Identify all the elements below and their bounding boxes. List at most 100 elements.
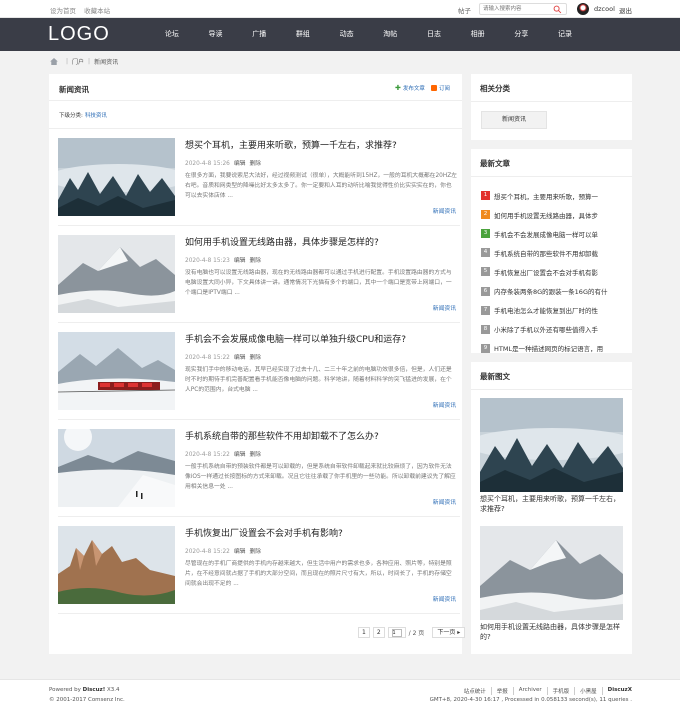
nav-item-guide[interactable]: 导读	[194, 18, 238, 51]
article-category-link[interactable]: 新闻资讯	[433, 400, 456, 409]
page-jump-input[interactable]	[391, 629, 402, 637]
list-item[interactable]: 4 手机系统自带的那些软件不用却卸载	[481, 243, 629, 262]
edit-link[interactable]: 编辑	[234, 161, 246, 167]
article-thumbnail[interactable]	[58, 526, 175, 604]
nav-item-share[interactable]: 分享	[500, 18, 544, 51]
article-meta: 2020-4-8 15:23 编辑 删除	[185, 255, 265, 264]
nav-item-forum[interactable]: 论坛	[150, 18, 194, 51]
delete-link[interactable]: 删除	[249, 355, 261, 361]
picture-item[interactable]: 如何用手机设置无线路由器，具体步骤是怎样的?	[480, 526, 623, 642]
article-summary: 尽管现在的手机厂商提供的手机内存越来越大，但生活中用户的需求也多，各种应用、照片…	[185, 561, 452, 587]
nav-item-broadcast[interactable]: 广播	[237, 18, 281, 51]
logout-link[interactable]: 退出	[619, 5, 632, 15]
post-article-button[interactable]: ✚ 发布文章	[395, 84, 425, 92]
nav-item-blog[interactable]: 日志	[412, 18, 456, 51]
article-thumbnail[interactable]	[58, 235, 175, 313]
delete-link[interactable]: 删除	[249, 161, 261, 167]
nav-item-album[interactable]: 相册	[456, 18, 500, 51]
list-item[interactable]: 2 如何用手机设置无线路由器，具体步	[481, 205, 629, 224]
article-thumbnail[interactable]	[58, 332, 175, 410]
related-category-button[interactable]: 新闻资讯	[481, 111, 547, 129]
edit-link[interactable]: 编辑	[234, 258, 246, 264]
bookmark-link[interactable]: 收藏本站	[84, 7, 110, 15]
username-link[interactable]: dzcool	[594, 5, 615, 13]
edit-link[interactable]: 编辑	[234, 355, 246, 361]
rank-badge: 1	[481, 191, 490, 201]
top-links: 设为首页 收藏本站	[50, 5, 116, 15]
delete-link[interactable]: 删除	[249, 549, 261, 555]
next-page-button[interactable]: 下一页 ▸	[432, 627, 466, 638]
article-title[interactable]: 想买个耳机，主要用来听歌，预算一千左右，求推荐?	[185, 138, 397, 151]
list-item[interactable]: 7 手机电池怎么才能恢复到出厂时的性	[481, 301, 629, 320]
article-item: 手机会不会发展成像电脑一样可以单独升级CPU和运存? 2020-4-8 15:2…	[58, 323, 460, 420]
picture-caption: 想买个耳机，主要用来听歌，预算一千左右，求推荐?	[480, 495, 620, 513]
picture-item[interactable]: 想买个耳机，主要用来听歌，预算一千左右，求推荐?	[480, 398, 623, 514]
list-item[interactable]: 8 小米除了手机以外还有哪些值得入手	[481, 320, 629, 339]
list-item-label: 手机系统自带的那些软件不用却卸载	[494, 249, 598, 258]
footer-links: 站点统计 举报 Archiver 手机版 小黑屋 DiscuzX	[459, 687, 632, 695]
breadcrumb: | 门户 | 新闻资讯	[50, 57, 118, 66]
article-title[interactable]: 手机系统自带的那些软件不用却卸载不了怎么办?	[185, 429, 379, 442]
list-item[interactable]: 9 HTML是一种描述网页的标记语言，用	[481, 339, 629, 358]
subcategory-link[interactable]: 科技资讯	[85, 113, 107, 119]
footer-link-archiver[interactable]: Archiver	[514, 687, 548, 695]
top-bar: 设为首页 收藏本站 帖子 dzcool 退出	[0, 0, 680, 18]
article-thumbnail[interactable]	[58, 138, 175, 216]
list-item-label: 手机恢复出厂设置会不会对手机有影	[494, 268, 598, 277]
list-item[interactable]: 6 内存条装两条8G的跟装一条16G的有什	[481, 281, 629, 300]
nav-item-feed[interactable]: 动态	[325, 18, 369, 51]
delete-link[interactable]: 删除	[249, 258, 261, 264]
delete-link[interactable]: 删除	[249, 452, 261, 458]
footer-link-discuzx[interactable]: DiscuzX	[603, 687, 632, 695]
home-icon[interactable]	[50, 58, 58, 65]
article-title[interactable]: 如何用手机设置无线路由器，具体步骤是怎样的?	[185, 235, 379, 248]
new-articles-title: 最新文章	[480, 159, 510, 168]
page-1-link[interactable]: 1	[358, 627, 370, 638]
page-2-link[interactable]: 2	[372, 627, 385, 638]
nav-item-collections[interactable]: 淘帖	[368, 18, 412, 51]
article-title[interactable]: 手机会不会发展成像电脑一样可以单独升级CPU和运存?	[185, 332, 406, 345]
edit-link[interactable]: 编辑	[234, 452, 246, 458]
search-input[interactable]	[483, 4, 553, 14]
rank-badge: 4	[481, 248, 490, 258]
breadcrumb-portal[interactable]: 门户	[72, 57, 84, 66]
article-title[interactable]: 手机恢复出厂设置会不会对手机有影响?	[185, 526, 343, 539]
nav-items: 论坛 导读 广播 群组 动态 淘帖 日志 相册 分享 记录	[150, 18, 587, 51]
rank-badge: 7	[481, 305, 490, 315]
article-date: 2020-4-8 15:26	[185, 161, 230, 167]
discuz-link[interactable]: Discuz!	[83, 687, 106, 693]
nav-item-groups[interactable]: 群组	[281, 18, 325, 51]
search-icon[interactable]	[553, 5, 562, 14]
powered-by: Powered by Discuz! X3.4	[49, 687, 120, 693]
article-date: 2020-4-8 15:22	[185, 452, 230, 458]
article-category-link[interactable]: 新闻资讯	[433, 303, 456, 312]
site-logo[interactable]: LOGO	[48, 23, 110, 46]
list-item[interactable]: 3 手机会不会发展成像电脑一样可以单	[481, 224, 629, 243]
divider	[471, 101, 632, 102]
set-home-link[interactable]: 设为首页	[50, 7, 76, 15]
nav-item-records[interactable]: 记录	[543, 18, 587, 51]
article-meta: 2020-4-8 15:26 编辑 删除	[185, 158, 265, 167]
article-meta: 2020-4-8 15:22 编辑 删除	[185, 546, 265, 555]
post-article-label: 发布文章	[402, 86, 425, 92]
article-meta: 2020-4-8 15:22 编辑 删除	[185, 352, 265, 361]
article-list-panel: 新闻资讯 ✚ 发布文章 订阅 下级分类: 科技资讯 想买个耳机，主要用来听歌，预算一…	[49, 74, 462, 654]
breadcrumb-current: 新闻资讯	[94, 59, 119, 66]
footer-link-mobile[interactable]: 手机版	[548, 687, 576, 695]
search-type-select[interactable]: 帖子	[458, 5, 471, 15]
article-category-link[interactable]: 新闻资讯	[433, 497, 456, 506]
user-avatar[interactable]	[577, 3, 589, 15]
list-item[interactable]: 1 想买个耳机，主要用来听歌，预算一	[481, 186, 629, 205]
footer-link-stats[interactable]: 站点统计	[459, 687, 492, 695]
article-category-link[interactable]: 新闻资讯	[433, 594, 456, 603]
list-item-label: 手机电池怎么才能恢复到出厂时的性	[494, 307, 598, 316]
list-item[interactable]: 5 手机恢复出厂设置会不会对手机有影	[481, 262, 629, 281]
footer-link-blackroom[interactable]: 小黑屋	[575, 687, 603, 695]
article-summary: 现实我们手中的移动电话，其早已经实现了过去十几、二三十年之前的电脑功效很多倍，但…	[185, 367, 452, 393]
edit-link[interactable]: 编辑	[234, 549, 246, 555]
subscribe-button[interactable]: 订阅	[431, 84, 450, 92]
rank-badge: 3	[481, 229, 490, 239]
article-thumbnail[interactable]	[58, 429, 175, 507]
article-category-link[interactable]: 新闻资讯	[433, 206, 456, 215]
footer-link-report[interactable]: 举报	[492, 687, 514, 695]
